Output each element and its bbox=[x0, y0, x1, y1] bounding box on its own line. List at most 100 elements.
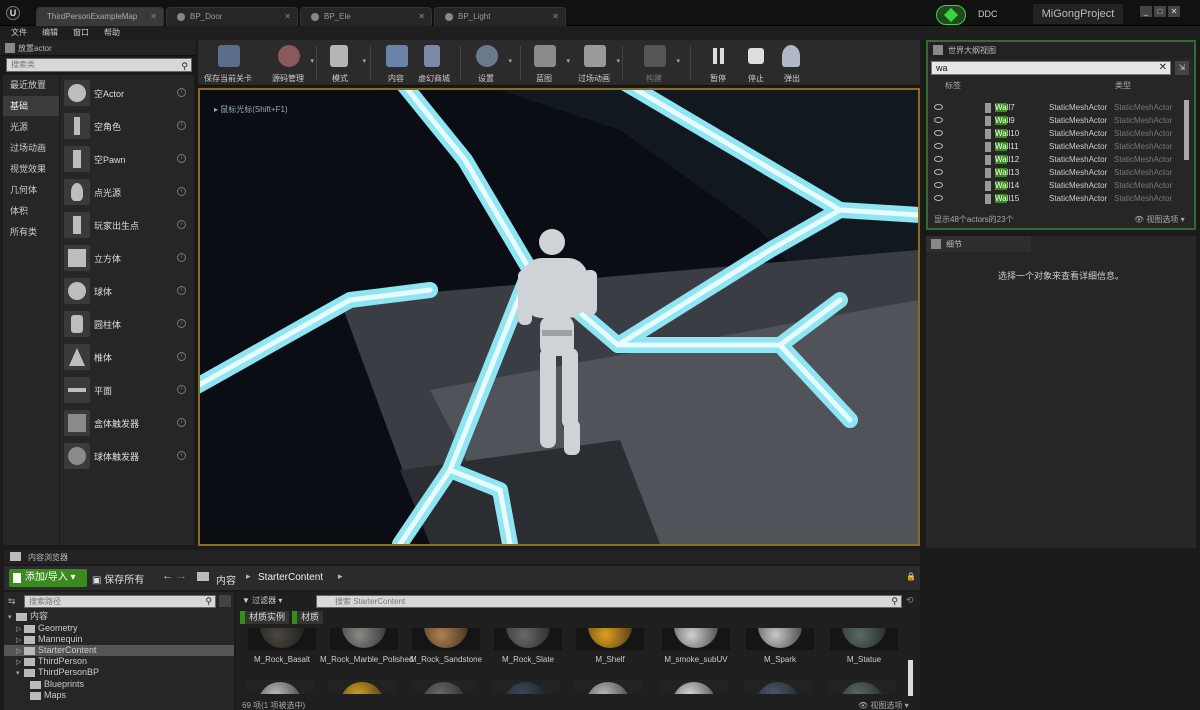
tab-bp-ele[interactable]: BP_Ele ✕ bbox=[300, 7, 432, 26]
save-all-button[interactable]: ▣ 保存所有 bbox=[92, 571, 144, 586]
asset-tile-partial[interactable] bbox=[492, 680, 560, 694]
tree-item-mannequin[interactable]: ▷ Mannequin bbox=[4, 634, 234, 645]
info-icon[interactable]: i bbox=[177, 220, 186, 229]
toggle-sources-icon[interactable]: ⇆ bbox=[8, 596, 16, 607]
place-item-cylinder[interactable]: 圆柱体 i bbox=[60, 308, 194, 340]
info-icon[interactable]: i bbox=[177, 451, 186, 460]
tab-bp-door[interactable]: BP_Door ✕ bbox=[166, 7, 298, 26]
tree-item-third-person[interactable]: ▷ ThirdPerson bbox=[4, 656, 234, 667]
ddc-indicator[interactable]: DDC bbox=[978, 9, 998, 19]
info-icon[interactable]: i bbox=[177, 286, 186, 295]
place-item-empty-actor[interactable]: 空Actor i bbox=[60, 77, 194, 109]
filter-chip-material-instance[interactable]: 材质实例 bbox=[240, 611, 290, 624]
info-icon[interactable]: i bbox=[177, 187, 186, 196]
asset-tile-partial[interactable] bbox=[828, 680, 896, 694]
unreal-logo-icon[interactable]: U bbox=[6, 6, 20, 20]
breadcrumb-separator-icon[interactable]: ▸ bbox=[338, 571, 343, 582]
info-icon[interactable]: i bbox=[177, 319, 186, 328]
asset-view-options[interactable]: 👁 视图选项 ▾ bbox=[858, 700, 909, 710]
outliner-row[interactable]: Wall9 StaticMeshActor StaticMeshActor bbox=[931, 115, 1181, 127]
filter-chip-material[interactable]: 材质 bbox=[292, 611, 324, 624]
place-item-sphere-trigger[interactable]: 球体触发器 i bbox=[60, 440, 194, 472]
outliner-search-input[interactable]: wa ✕ bbox=[931, 61, 1171, 75]
asset-tile-partial[interactable] bbox=[574, 680, 642, 694]
cinematics-button[interactable]: 过场动画 ▾ bbox=[564, 43, 624, 85]
category-visual-effects[interactable]: 视觉效果 bbox=[3, 159, 59, 179]
eye-icon[interactable] bbox=[934, 117, 943, 123]
place-item-empty-character[interactable]: 空角色 i bbox=[60, 110, 194, 142]
tree-item-maps[interactable]: Maps bbox=[4, 690, 234, 701]
eject-button[interactable]: 弹出 bbox=[762, 43, 822, 85]
place-item-box-trigger[interactable]: 盒体触发器 i bbox=[60, 407, 194, 439]
outliner-row[interactable]: Wall7 StaticMeshActor StaticMeshActor bbox=[931, 102, 1181, 114]
category-lights[interactable]: 光源 bbox=[3, 117, 59, 137]
modes-button[interactable]: 模式 ▾ bbox=[310, 43, 370, 85]
build-button[interactable]: 构建 ▾ bbox=[624, 43, 684, 85]
outliner-row[interactable]: Wall14 StaticMeshActor StaticMeshActor bbox=[931, 180, 1181, 192]
clear-search-icon[interactable]: ✕ bbox=[1159, 62, 1167, 74]
menu-window[interactable]: 窗口 bbox=[73, 27, 89, 38]
asset-search-input[interactable]: 搜索 StarterContent ⚲ bbox=[316, 595, 902, 608]
list-view-icon[interactable] bbox=[219, 595, 231, 607]
asset-tile-partial[interactable] bbox=[744, 680, 812, 694]
settings-button[interactable]: 设置 ▾ bbox=[456, 43, 516, 85]
outliner-row[interactable]: Wall15 StaticMeshActor StaticMeshActor bbox=[931, 193, 1181, 205]
close-icon[interactable]: ✕ bbox=[418, 8, 425, 25]
asset-tile-partial[interactable] bbox=[246, 680, 314, 694]
outliner-tab[interactable]: 世界大纲视图 bbox=[928, 42, 1194, 58]
place-actor-tab[interactable]: 放置actor bbox=[0, 40, 196, 56]
tab-map[interactable]: ThirdPersonExampleMap ✕ bbox=[36, 7, 164, 26]
info-icon[interactable]: i bbox=[177, 352, 186, 361]
chevron-down-icon[interactable]: ▾ bbox=[508, 57, 512, 65]
category-volumes[interactable]: 体积 bbox=[3, 201, 59, 221]
info-icon[interactable]: i bbox=[177, 121, 186, 130]
info-icon[interactable]: i bbox=[177, 154, 186, 163]
eye-icon[interactable] bbox=[934, 104, 943, 110]
tab-bp-light[interactable]: BP_Light ✕ bbox=[434, 7, 566, 26]
info-icon[interactable]: i bbox=[177, 88, 186, 97]
menu-file[interactable]: 文件 bbox=[11, 27, 27, 38]
chevron-down-icon[interactable]: ▾ bbox=[616, 57, 620, 65]
level-viewport[interactable]: ▸ 鼠标光标(Shift+F1) bbox=[198, 88, 920, 546]
place-item-plane[interactable]: 平面 i bbox=[60, 374, 194, 406]
eye-icon[interactable] bbox=[934, 130, 943, 136]
category-recent[interactable]: 最近放置 bbox=[3, 75, 59, 95]
menu-edit[interactable]: 编辑 bbox=[42, 27, 58, 38]
info-icon[interactable]: i bbox=[177, 253, 186, 262]
class-search-input[interactable]: 搜索类 ⚲ bbox=[6, 58, 192, 72]
eye-icon[interactable] bbox=[934, 182, 943, 188]
place-item-sphere[interactable]: 球体 i bbox=[60, 275, 194, 307]
source-control-status-icon[interactable] bbox=[936, 5, 966, 25]
chevron-down-icon[interactable]: ▾ bbox=[676, 57, 680, 65]
eye-icon[interactable] bbox=[934, 195, 943, 201]
place-item-point-light[interactable]: 点光源 i bbox=[60, 176, 194, 208]
breadcrumb-separator-icon[interactable]: ▸ bbox=[246, 571, 251, 582]
outliner-row[interactable]: Wall12 StaticMeshActor StaticMeshActor bbox=[931, 154, 1181, 166]
outliner-row[interactable]: Wall11 StaticMeshActor StaticMeshActor bbox=[931, 141, 1181, 153]
close-window-icon[interactable]: ✕ bbox=[1168, 6, 1180, 17]
asset-tile-partial[interactable] bbox=[660, 680, 728, 694]
close-icon[interactable]: ✕ bbox=[552, 8, 559, 25]
outliner-row[interactable]: Wall10 StaticMeshActor StaticMeshActor bbox=[931, 128, 1181, 140]
column-label-header[interactable]: 标签 bbox=[945, 80, 961, 91]
info-icon[interactable]: i bbox=[177, 418, 186, 427]
category-all-classes[interactable]: 所有类 bbox=[3, 222, 59, 242]
eye-icon[interactable] bbox=[934, 169, 943, 175]
asset-tile-partial[interactable] bbox=[410, 680, 478, 694]
tree-item-content[interactable]: ▾ 内容 bbox=[4, 611, 234, 622]
marketplace-button[interactable]: 虚幻商城 bbox=[404, 43, 464, 85]
category-cinematic[interactable]: 过场动画 bbox=[3, 138, 59, 158]
forward-arrow-icon[interactable]: → bbox=[176, 570, 187, 582]
minimize-icon[interactable]: _ bbox=[1140, 6, 1152, 17]
column-type-header[interactable]: 类型 bbox=[1115, 80, 1131, 91]
outliner-view-options[interactable]: 👁 视图选项 ▾ bbox=[1134, 214, 1185, 225]
category-geometry[interactable]: 几何体 bbox=[3, 180, 59, 200]
source-control-button[interactable]: 源码管理 ▾ bbox=[258, 43, 318, 85]
asset-scrollbar[interactable] bbox=[908, 660, 913, 696]
breadcrumb-content[interactable]: 内容 bbox=[216, 572, 236, 587]
details-tab[interactable]: 细节 bbox=[926, 236, 1031, 252]
place-item-cube[interactable]: 立方体 i bbox=[60, 242, 194, 274]
breadcrumb-starter-content[interactable]: StarterContent bbox=[258, 572, 323, 583]
place-item-cone[interactable]: 椎体 i bbox=[60, 341, 194, 373]
history-icon[interactable]: ⟲ bbox=[906, 595, 914, 606]
